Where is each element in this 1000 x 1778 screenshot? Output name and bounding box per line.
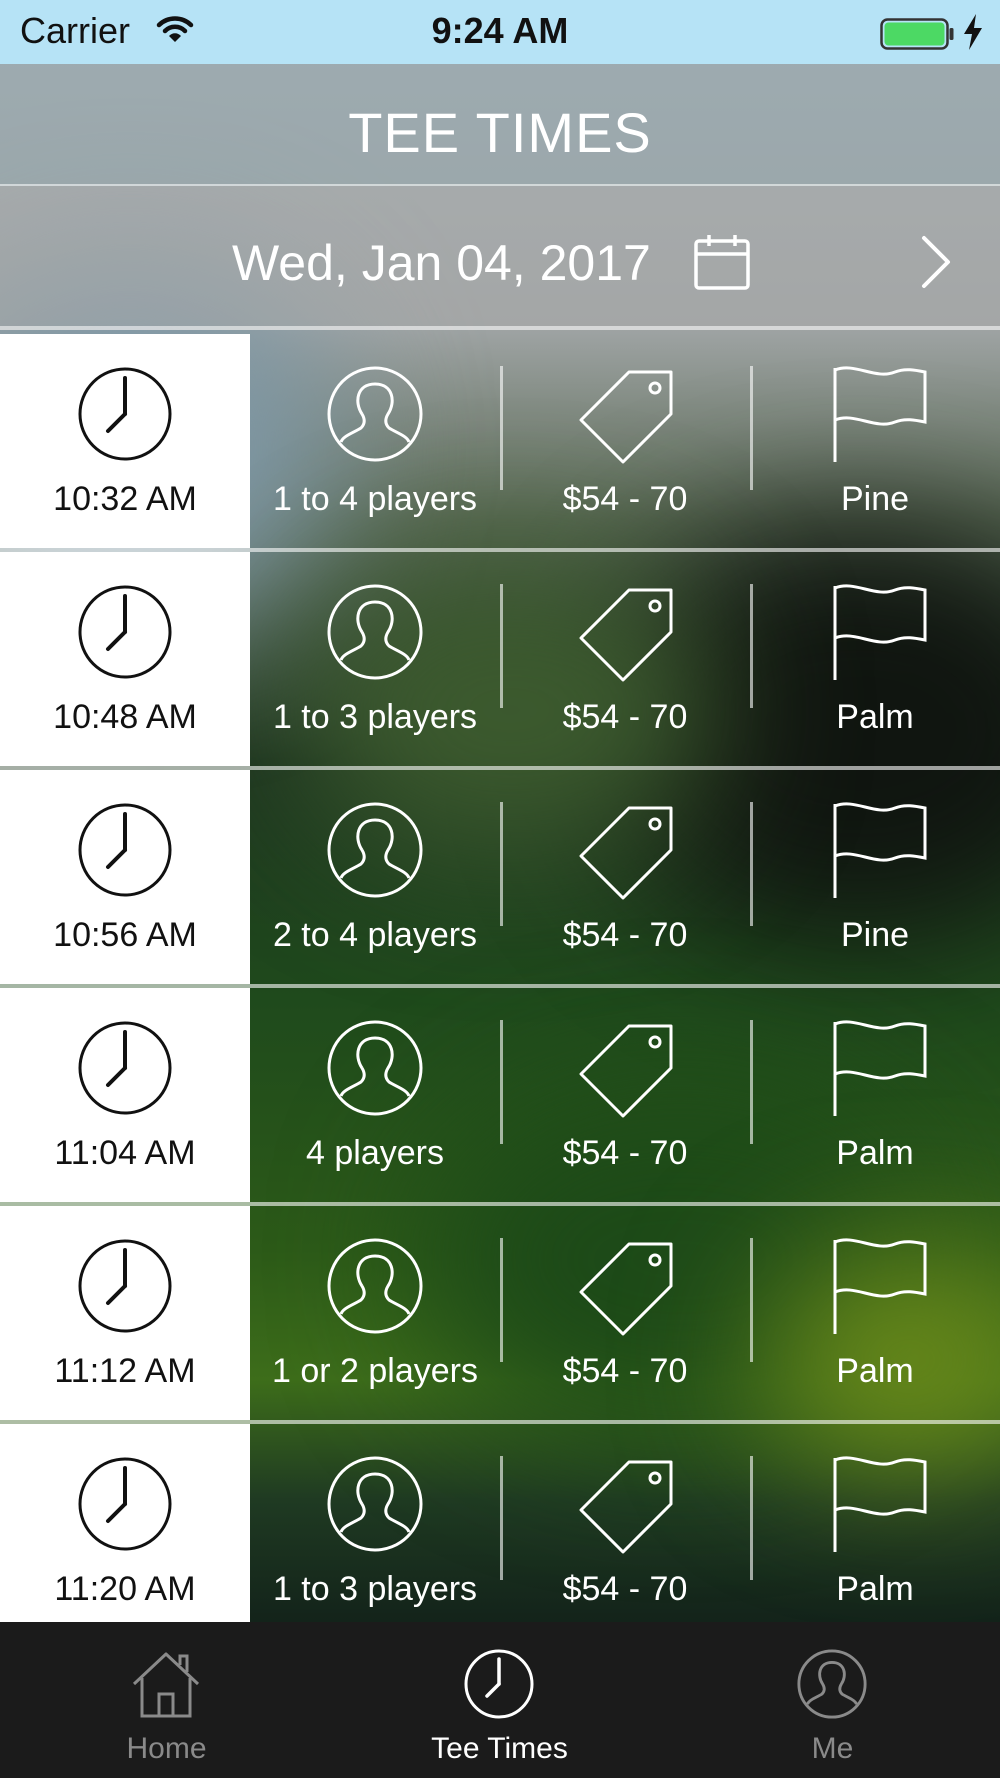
- price-label: $54 - 70: [562, 1134, 688, 1172]
- players-cell: 1 to 3 players: [250, 1424, 500, 1622]
- price-cell: $54 - 70: [500, 770, 750, 984]
- clock-icon: [78, 1021, 172, 1115]
- tee-time: 10:48 AM: [53, 698, 197, 736]
- course-label: Palm: [836, 1570, 914, 1608]
- user-icon: [797, 1649, 867, 1719]
- course-cell: Palm: [750, 1424, 1000, 1622]
- price-tag-icon: [579, 1242, 673, 1336]
- clock-icon: [78, 1457, 172, 1551]
- time-cell: 10:56 AM: [0, 770, 250, 984]
- price-label: $54 - 70: [562, 1352, 688, 1390]
- tee-time-row[interactable]: 10:56 AM 2 to 4 players $54 - 70 Pine: [0, 770, 1000, 984]
- price-tag-icon: [579, 588, 673, 682]
- players-cell: 4 players: [250, 988, 500, 1202]
- clock-icon: [78, 585, 172, 679]
- players-cell: 1 or 2 players: [250, 1206, 500, 1420]
- time-cell: 11:04 AM: [0, 988, 250, 1202]
- price-label: $54 - 70: [562, 916, 688, 954]
- players-label: 1 or 2 players: [272, 1352, 478, 1390]
- date-selector[interactable]: Wed, Jan 04, 2017: [0, 186, 1000, 330]
- tee-time: 10:56 AM: [53, 916, 197, 954]
- price-label: $54 - 70: [562, 480, 688, 518]
- players-label: 1 to 3 players: [272, 698, 478, 736]
- time-cell: 10:32 AM: [0, 334, 250, 548]
- clock-icon: [78, 803, 172, 897]
- price-label: $54 - 70: [562, 698, 688, 736]
- price-tag-icon: [579, 806, 673, 900]
- page-title: TEE TIMES: [348, 101, 652, 164]
- course-label: Palm: [836, 1134, 914, 1172]
- course-cell: Pine: [750, 770, 1000, 984]
- tee-time: 10:32 AM: [53, 480, 197, 518]
- chevron-right-icon[interactable]: [916, 234, 956, 290]
- players-cell: 2 to 4 players: [250, 770, 500, 984]
- flag-icon: [833, 1020, 927, 1116]
- user-icon: [327, 1456, 423, 1552]
- tee-time: 11:20 AM: [54, 1570, 196, 1608]
- price-cell: $54 - 70: [500, 1424, 750, 1622]
- tab-home[interactable]: Home: [0, 1622, 333, 1778]
- price-cell: $54 - 70: [500, 988, 750, 1202]
- flag-icon: [833, 1238, 927, 1334]
- time-cell: 11:12 AM: [0, 1206, 250, 1420]
- flag-icon: [833, 1456, 927, 1552]
- tab-me[interactable]: Me: [666, 1622, 999, 1778]
- price-cell: $54 - 70: [500, 334, 750, 548]
- tee-time-row[interactable]: 11:20 AM 1 to 3 players $54 - 70 Palm: [0, 1424, 1000, 1622]
- selected-date[interactable]: Wed, Jan 04, 2017: [232, 234, 651, 292]
- clock-icon: [78, 367, 172, 461]
- user-icon: [327, 1020, 423, 1116]
- course-label: Pine: [840, 916, 910, 954]
- course-cell: Palm: [750, 1206, 1000, 1420]
- price-tag-icon: [579, 370, 673, 464]
- navigation-bar: TEE TIMES: [0, 64, 1000, 186]
- course-cell: Pine: [750, 334, 1000, 548]
- price-label: $54 - 70: [562, 1570, 688, 1608]
- course-cell: Palm: [750, 552, 1000, 766]
- players-label: 4 players: [306, 1134, 444, 1172]
- tab-bar: Home Tee Times Me: [0, 1622, 1000, 1778]
- user-icon: [327, 1238, 423, 1334]
- user-icon: [327, 366, 423, 462]
- tee-time-row[interactable]: 11:04 AM 4 players $54 - 70 Palm: [0, 988, 1000, 1202]
- players-label: 1 to 3 players: [272, 1570, 478, 1608]
- user-icon: [327, 802, 423, 898]
- battery-icon: [880, 18, 954, 50]
- clock-icon: [78, 1239, 172, 1333]
- players-label: 2 to 4 players: [272, 916, 478, 954]
- tee-time: 11:12 AM: [54, 1352, 196, 1390]
- tee-time-row[interactable]: 10:32 AM 1 to 4 players $54 - 70 Pine: [0, 334, 1000, 548]
- flag-icon: [833, 802, 927, 898]
- clock-icon: [464, 1649, 534, 1719]
- players-cell: 1 to 4 players: [250, 334, 500, 548]
- status-bar: Carrier 9:24 AM: [0, 0, 1000, 64]
- course-label: Pine: [840, 480, 910, 518]
- flag-icon: [833, 366, 927, 462]
- tee-time-row[interactable]: 11:12 AM 1 or 2 players $54 - 70 Palm: [0, 1206, 1000, 1420]
- course-label: Palm: [836, 698, 914, 736]
- calendar-icon[interactable]: [692, 232, 752, 292]
- price-cell: $54 - 70: [500, 1206, 750, 1420]
- charging-icon: [964, 14, 982, 50]
- players-cell: 1 to 3 players: [250, 552, 500, 766]
- time-cell: 11:20 AM: [0, 1424, 250, 1622]
- home-icon: [132, 1652, 200, 1718]
- tab-label: Home: [126, 1732, 207, 1765]
- tab-label: Me: [811, 1732, 854, 1765]
- course-cell: Palm: [750, 988, 1000, 1202]
- price-tag-icon: [579, 1460, 673, 1554]
- players-label: 1 to 4 players: [272, 480, 478, 518]
- price-cell: $54 - 70: [500, 552, 750, 766]
- course-label: Palm: [836, 1352, 914, 1390]
- price-tag-icon: [579, 1024, 673, 1118]
- status-time: 9:24 AM: [431, 10, 569, 51]
- flag-icon: [833, 584, 927, 680]
- tee-time-row[interactable]: 10:48 AM 1 to 3 players $54 - 70 Palm: [0, 552, 1000, 766]
- user-icon: [327, 584, 423, 680]
- tee-time: 11:04 AM: [54, 1134, 196, 1172]
- time-cell: 10:48 AM: [0, 552, 250, 766]
- tab-label: Tee Times: [431, 1732, 568, 1765]
- tab-tee-times[interactable]: Tee Times: [333, 1622, 666, 1778]
